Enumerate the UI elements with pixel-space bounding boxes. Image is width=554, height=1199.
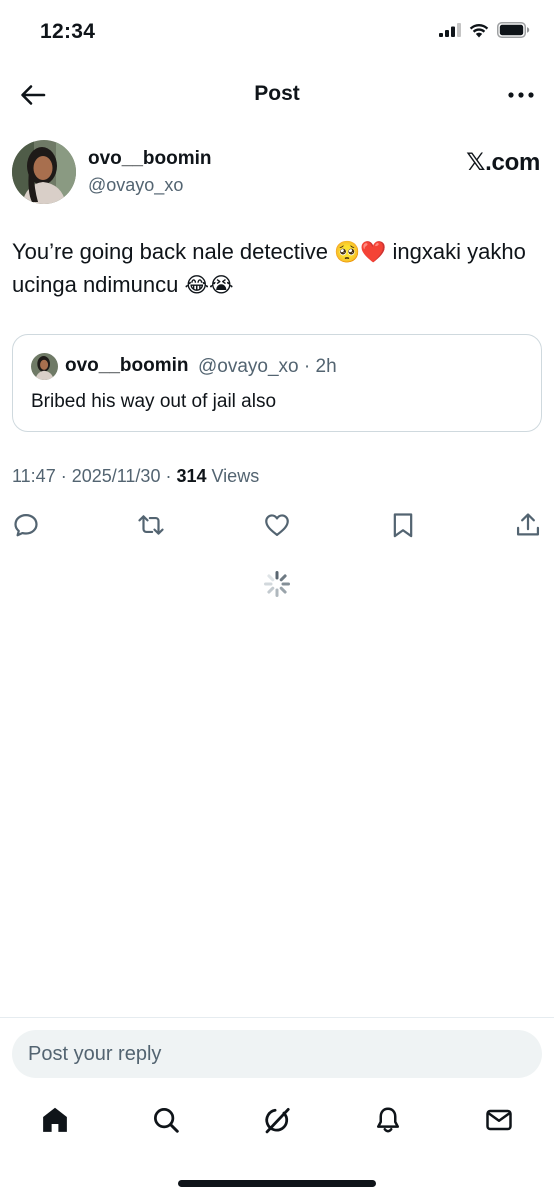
home-icon <box>43 1107 67 1132</box>
bookmark-button[interactable] <box>386 508 420 542</box>
tab-notifications[interactable] <box>370 1102 406 1138</box>
tab-search[interactable] <box>148 1102 184 1138</box>
bookmark-icon <box>393 513 413 538</box>
reply-box[interactable]: Post your reply <box>12 1030 542 1078</box>
source-watermark: 𝕏.com <box>466 149 540 176</box>
quoted-post[interactable]: ovo__boomin @ovayo_xo · 2h Bribed his wa… <box>12 334 542 432</box>
quote-text: Bribed his way out of jail also <box>31 391 277 412</box>
status-time: 12:34 <box>40 20 96 43</box>
share-button[interactable] <box>511 508 545 542</box>
quote-meta: @ovayo_xo · 2h <box>198 356 337 377</box>
status-bar: 12:34 <box>0 0 554 66</box>
post-timestamp: 11:47 · 2025/11/30 · <box>12 466 177 486</box>
tab-grok[interactable] <box>259 1102 295 1138</box>
like-icon <box>265 514 289 537</box>
reply-button[interactable] <box>9 508 43 542</box>
home-indicator[interactable] <box>178 1180 376 1187</box>
author-name[interactable]: ovo__boomin <box>88 148 212 170</box>
repost-icon <box>138 515 164 535</box>
reply-icon <box>14 513 38 537</box>
views-label: Views <box>206 466 260 486</box>
tab-home[interactable] <box>37 1102 73 1138</box>
tab-messages[interactable] <box>481 1102 517 1138</box>
notifications-icon <box>377 1107 399 1133</box>
grok-icon <box>265 1108 290 1134</box>
quote-avatar <box>31 353 58 380</box>
loading-spinner-icon <box>264 571 290 597</box>
post-meta: 11:47 · 2025/11/30 · 314 Views <box>12 466 259 487</box>
author-handle[interactable]: @ovayo_xo <box>88 175 183 196</box>
like-button[interactable] <box>260 508 294 542</box>
more-button[interactable] <box>504 78 538 112</box>
wifi-icon <box>469 23 489 37</box>
emoji: 😂😭 <box>184 274 234 297</box>
action-bar <box>0 508 554 542</box>
tab-bar <box>0 1098 554 1144</box>
emoji: 🥺❤️ <box>334 241 387 264</box>
avatar[interactable] <box>12 140 76 204</box>
tweet-text-part: You’re going back nale detective <box>12 239 335 264</box>
status-icons <box>439 22 530 38</box>
reply-input[interactable]: Post your reply <box>28 1043 161 1066</box>
share-icon <box>516 513 540 536</box>
views-count[interactable]: 314 <box>176 466 206 486</box>
author-row: ovo__boomin @ovayo_xo 𝕏.com <box>12 138 542 208</box>
top-nav: Post <box>0 70 554 118</box>
signal-icon <box>439 23 461 37</box>
tweet-text: You’re going back nale detective 🥺❤️ ing… <box>12 236 542 302</box>
page-title: Post <box>254 82 300 105</box>
search-icon <box>154 1108 179 1133</box>
divider <box>0 1017 554 1018</box>
quote-author-name: ovo__boomin <box>65 355 189 376</box>
messages-icon <box>486 1109 512 1131</box>
battery-icon <box>497 22 530 38</box>
repost-button[interactable] <box>134 508 168 542</box>
more-horizontal-icon <box>508 92 534 98</box>
